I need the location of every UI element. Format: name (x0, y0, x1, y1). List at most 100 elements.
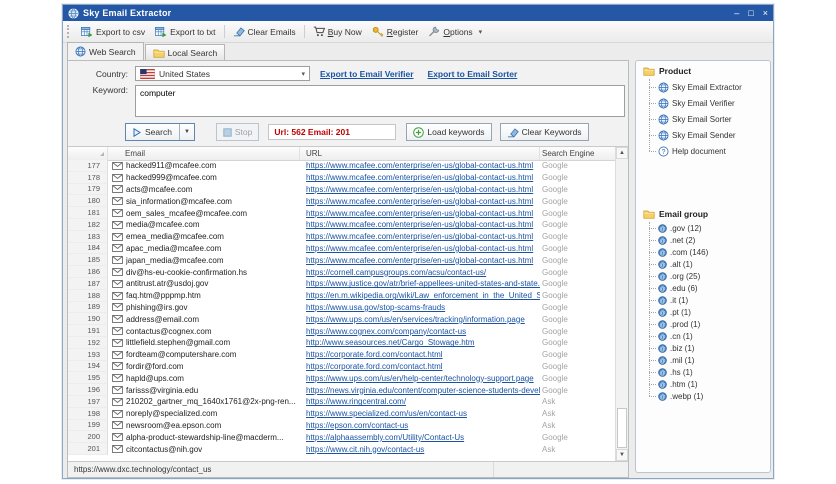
maximize-icon[interactable]: □ (748, 8, 753, 18)
keyword-input[interactable]: computer (135, 85, 625, 117)
url-link[interactable]: https://www.specialized.com/us/en/contac… (306, 409, 467, 418)
table-row[interactable]: 187 antitrust.atr@usdoj.gov https://www.ju… (68, 277, 615, 290)
email-group-item-prod-1[interactable]: @ .prod (1) (649, 312, 768, 330)
export-to-email-verifier-link[interactable]: Export to Email Verifier (320, 69, 414, 79)
url-link[interactable]: https://corporate.ford.com/contact.html (306, 362, 443, 371)
product-item-sky-email-verifier[interactable]: Sky Email Verifier (649, 87, 768, 111)
product-item-sky-email-extractor[interactable]: Sky Email Extractor (649, 79, 768, 95)
email-group-item-gov-12[interactable]: @ .gov (12) (649, 222, 768, 234)
url-link[interactable]: https://www.mcafee.com/enterprise/en-us/… (306, 185, 533, 194)
table-row[interactable]: 201 citcontactus@nih.gov https://www.cit.n… (68, 443, 615, 455)
table-row[interactable]: 177 hacked911@mcafee.com https://www.mcafe… (68, 160, 615, 172)
buy-now-button[interactable]: Buy Now (308, 24, 367, 39)
stop-button[interactable]: Stop (215, 123, 260, 141)
url-link[interactable]: https://alphaassembly.com/Utility/Contac… (306, 433, 464, 442)
scrollbar-thumb[interactable] (617, 408, 627, 448)
email-group-item-htm-1[interactable]: @ .htm (1) (649, 372, 768, 390)
email-group-item-hs-1[interactable]: @ .hs (1) (649, 360, 768, 378)
product-item-sky-email-sorter[interactable]: Sky Email Sorter (649, 103, 768, 127)
email-group-item-cn-1[interactable]: @ .cn (1) (649, 324, 768, 342)
scroll-up-icon[interactable]: ▲ (616, 147, 628, 159)
minimize-icon[interactable]: – (734, 8, 739, 18)
url-link[interactable]: https://www.cognex.com/company/contact-u… (306, 327, 466, 336)
email-group-item-net-2[interactable]: @ .net (2) (649, 228, 768, 246)
country-select[interactable]: United States ▾ (135, 66, 310, 81)
url-link[interactable]: https://www.mcafee.com/enterprise/en-us/… (306, 173, 533, 182)
url-link[interactable]: https://www.ringcentral.com/ (306, 397, 406, 406)
column-header-url[interactable]: URL (300, 147, 540, 160)
url-link[interactable]: https://www.mcafee.com/enterprise/en-us/… (306, 209, 533, 218)
table-row[interactable]: 190 address@email.com https://www.ups.com/… (68, 313, 615, 326)
search-dropdown-arrow[interactable]: ▼ (178, 124, 194, 140)
table-row[interactable]: 194 fordir@ford.com https://corporate.ford… (68, 360, 615, 373)
column-header-email[interactable]: Email (108, 147, 300, 160)
tab-web-search[interactable]: Web Search (67, 42, 144, 60)
close-icon[interactable]: × (763, 8, 768, 18)
clear-keywords-button[interactable]: Clear Keywords (499, 123, 589, 141)
column-header-index[interactable] (68, 147, 108, 160)
url-link[interactable]: https://www.cit.nih.gov/contact-us (306, 445, 424, 454)
url-link[interactable]: https://cornell.campusgroups.com/acsu/co… (306, 268, 486, 277)
url-link[interactable]: https://epson.com/contact-us (306, 421, 408, 430)
table-row[interactable]: 200 alpha-product-stewardship-line@macder… (68, 431, 615, 444)
table-row[interactable]: 197 210202_gartner_mq_1640x1761@2x-png-re… (68, 395, 615, 408)
url-link[interactable]: https://www.mcafee.com/enterprise/en-us/… (306, 220, 533, 229)
url-link[interactable]: https://www.mcafee.com/enterprise/en-us/… (306, 256, 533, 265)
email-group-item-org-25[interactable]: @ .org (25) (649, 264, 768, 282)
table-row[interactable]: 185 japan_media@mcafee.com https://www.mca… (68, 254, 615, 267)
url-link[interactable]: https://news.virginia.edu/content/comput… (306, 386, 540, 395)
table-row[interactable]: 184 apac_media@mcafee.com https://www.mcaf… (68, 242, 615, 255)
scroll-down-icon[interactable]: ▼ (616, 449, 628, 461)
url-link[interactable]: http://www.seasources.net/Cargo_Stowage.… (306, 338, 475, 347)
table-row[interactable]: 199 newsroom@ea.epson.com https://epson.co… (68, 419, 615, 432)
url-link[interactable]: https://www.mcafee.com/enterprise/en-us/… (306, 244, 533, 253)
email-group-item-edu-6[interactable]: @ .edu (6) (649, 276, 768, 294)
url-link[interactable]: https://www.justice.gov/atr/brief-appell… (306, 279, 540, 288)
table-row[interactable]: 196 farisss@virginia.edu https://news.virg… (68, 384, 615, 396)
table-row[interactable]: 180 sia_information@mcafee.com https://www… (68, 195, 615, 208)
url-link[interactable]: https://www.mcafee.com/enterprise/en-us/… (306, 161, 533, 170)
search-button[interactable]: Search (126, 124, 179, 140)
options-button[interactable]: Options (423, 24, 477, 39)
table-scrollbar[interactable]: ▲ ▼ (615, 147, 628, 461)
url-link[interactable]: https://www.mcafee.com/enterprise/en-us/… (306, 197, 533, 206)
table-row[interactable]: 189 phishing@irs.gov https://www.usa.gov/s… (68, 301, 615, 314)
table-row[interactable]: 191 contactus@cognex.com https://www.cogne… (68, 325, 615, 337)
table-row[interactable]: 195 hapld@ups.com https://www.ups.com/us/e… (68, 372, 615, 385)
url-link[interactable]: https://www.ups.com/us/en/services/track… (306, 315, 525, 324)
url-link[interactable]: https://corporate.ford.com/contact.html (306, 350, 443, 359)
table-row[interactable]: 198 noreply@specialized.com https://www.sp… (68, 407, 615, 420)
tab-local-search[interactable]: Local Search (144, 44, 226, 60)
export-to-email-sorter-link[interactable]: Export to Email Sorter (428, 69, 518, 79)
email-group-item-it-1[interactable]: @ .it (1) (649, 288, 768, 306)
table-row[interactable]: 193 fordteam@computershare.com https://cor… (68, 348, 615, 361)
product-item-help-document[interactable]: ? Help document (649, 135, 768, 159)
email-group-item-mil-1[interactable]: @ .mil (1) (649, 348, 768, 366)
url-link[interactable]: https://www.mcafee.com/enterprise/en-us/… (306, 232, 533, 241)
load-keywords-button[interactable]: Load keywords (406, 123, 492, 141)
email-cell: phishing@irs.gov (108, 303, 300, 312)
clear-emails-button[interactable]: Clear Emails (228, 24, 301, 39)
table-row[interactable]: 179 acts@mcafee.com https://www.mcafee.com… (68, 183, 615, 196)
export-to-csv-button[interactable]: Export to csv (76, 24, 150, 39)
email-group-item-alt-1[interactable]: @ .alt (1) (649, 252, 768, 270)
email-group-item-com-146[interactable]: @ .com (146) (649, 240, 768, 258)
email-group-item-pt-1[interactable]: @ .pt (1) (649, 300, 768, 318)
table-row[interactable]: 181 oem_sales_mcafee@mcafee.com https://ww… (68, 207, 615, 219)
table-row[interactable]: 192 littlefield.stephen@gmail.com http://w… (68, 336, 615, 349)
url-link[interactable]: https://en.m.wikipedia.org/wiki/Law_enfo… (306, 291, 540, 300)
column-header-search-engine[interactable]: Search Engine (540, 147, 615, 160)
table-row[interactable]: 182 media@mcafee.com https://www.mcafee.co… (68, 218, 615, 231)
url-link[interactable]: https://www.usa.gov/stop-scams-frauds (306, 303, 445, 312)
table-row[interactable]: 188 faq.htm@pppmp.htm https://en.m.wikiped… (68, 289, 615, 302)
url-link[interactable]: https://www.ups.com/us/en/help-center/te… (306, 374, 534, 383)
table-row[interactable]: 183 emea_media@mcafee.com https://www.mcaf… (68, 230, 615, 243)
export-to-txt-button[interactable]: Export to txt (150, 24, 220, 39)
table-row[interactable]: 178 hacked999@mcafee.com https://www.mcafe… (68, 171, 615, 184)
product-item-sky-email-sender[interactable]: Sky Email Sender (649, 119, 768, 143)
table-row[interactable]: 186 div@hs-eu-cookie-confirmation.hs https… (68, 266, 615, 278)
email-group-item-biz-1[interactable]: @ .biz (1) (649, 336, 768, 354)
email-group-item-webp-1[interactable]: @ .webp (1) (649, 384, 768, 402)
register-button[interactable]: Register (367, 24, 424, 39)
chevron-down-icon[interactable]: ▾ (479, 28, 483, 36)
